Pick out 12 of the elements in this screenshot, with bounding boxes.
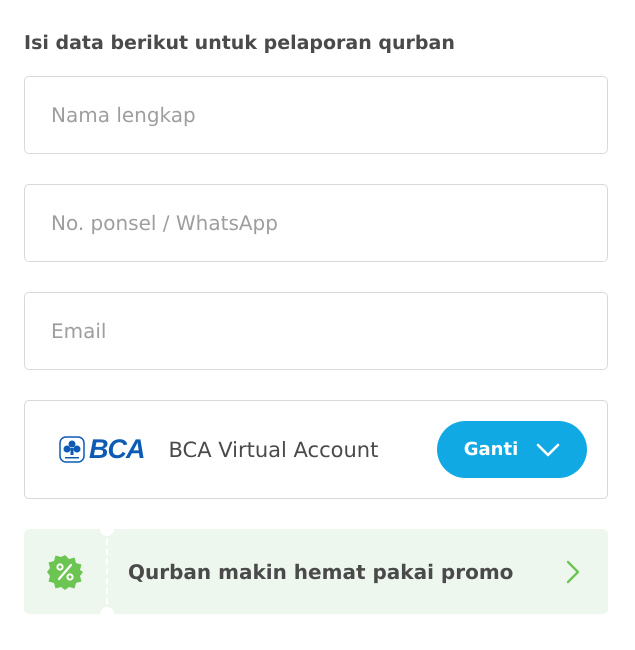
chevron-right-icon bbox=[566, 560, 580, 584]
input-field[interactable]: Nama lengkap bbox=[24, 76, 608, 154]
chevron-down-icon bbox=[536, 442, 560, 456]
bank-emblem-icon bbox=[59, 436, 85, 463]
form-heading: Isi data berikut untuk pelaporan qurban bbox=[24, 31, 456, 56]
bank-logo: BCA bbox=[89, 434, 144, 465]
payment-method-label: BCA Virtual Account bbox=[168, 438, 380, 462]
input-field[interactable]: Email bbox=[24, 292, 608, 370]
promo-banner[interactable]: Qurban makin hemat pakai promo bbox=[24, 529, 608, 614]
promo-label: Qurban makin hemat pakai promo bbox=[127, 560, 514, 584]
discount-badge-icon bbox=[47, 554, 83, 590]
input-field[interactable]: No. ponsel / WhatsApp bbox=[24, 184, 608, 262]
